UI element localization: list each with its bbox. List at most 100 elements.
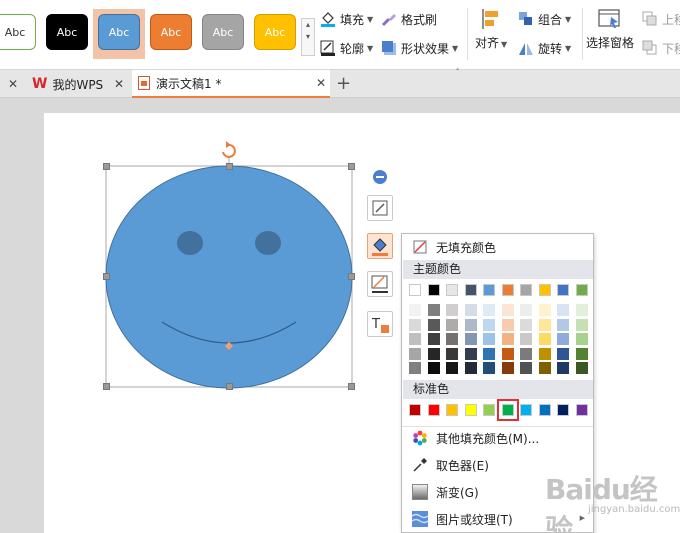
theme-tint-swatch[interactable] xyxy=(427,333,440,345)
theme-colors-header: 主题颜色 xyxy=(403,260,593,279)
theme-tint-swatch[interactable] xyxy=(538,347,551,360)
theme-tint-swatch[interactable] xyxy=(538,333,551,345)
theme-tint-swatch[interactable] xyxy=(446,304,458,316)
shape-style-tool-button[interactable] xyxy=(367,195,393,221)
text-box-icon: T xyxy=(371,317,389,333)
theme-color-swatch[interactable] xyxy=(483,284,495,296)
standard-color-swatch[interactable] xyxy=(427,404,440,416)
resize-handle[interactable] xyxy=(348,383,355,390)
theme-tint-swatch[interactable] xyxy=(538,318,551,331)
picture-texture-icon xyxy=(411,511,429,527)
theme-tint-swatch[interactable] xyxy=(557,333,569,345)
theme-tint-swatch[interactable] xyxy=(501,304,514,316)
theme-tint-swatch[interactable] xyxy=(501,347,514,360)
standard-color-swatch[interactable] xyxy=(538,404,551,416)
theme-tint-swatch[interactable] xyxy=(483,362,495,374)
theme-tint-swatch[interactable] xyxy=(446,333,458,345)
theme-tint-swatch[interactable] xyxy=(501,333,514,345)
theme-color-swatch[interactable] xyxy=(575,284,588,296)
theme-tint-swatch[interactable] xyxy=(557,304,569,316)
resize-handle[interactable] xyxy=(348,163,355,170)
theme-tint-swatch[interactable] xyxy=(538,362,551,374)
no-fill-menu-item[interactable]: 无填充颜色 xyxy=(402,235,593,259)
theme-tint-swatch[interactable] xyxy=(557,347,569,360)
standard-color-swatch[interactable] xyxy=(446,404,458,416)
smiley-right-eye xyxy=(255,231,281,255)
theme-color-swatch[interactable] xyxy=(464,284,477,296)
theme-tint-swatch[interactable] xyxy=(409,333,421,345)
smiley-face-circle[interactable] xyxy=(105,165,353,389)
theme-tint-swatch[interactable] xyxy=(520,333,532,345)
resize-handle[interactable] xyxy=(103,163,110,170)
theme-tint-swatch[interactable] xyxy=(427,318,440,331)
resize-handle[interactable] xyxy=(226,383,233,390)
standard-color-swatch[interactable] xyxy=(557,404,569,416)
rotate-handle-icon[interactable] xyxy=(222,141,236,158)
standard-color-swatch[interactable] xyxy=(483,404,495,416)
theme-color-swatch[interactable] xyxy=(538,284,551,296)
theme-tint-swatch[interactable] xyxy=(483,304,495,316)
theme-tint-swatch[interactable] xyxy=(575,362,588,374)
theme-tint-swatch[interactable] xyxy=(538,304,551,316)
theme-tint-swatch[interactable] xyxy=(501,362,514,374)
theme-color-swatch[interactable] xyxy=(557,284,569,296)
theme-tint-swatch[interactable] xyxy=(501,318,514,331)
theme-tint-swatch[interactable] xyxy=(483,333,495,345)
baidu-watermark: Baidu经验 xyxy=(545,473,658,533)
selected-color-highlight xyxy=(496,399,519,421)
watermark-url: jingyan.baidu.com xyxy=(588,504,680,515)
theme-color-swatch[interactable] xyxy=(446,284,458,296)
resize-handle[interactable] xyxy=(103,273,110,280)
theme-tint-swatch[interactable] xyxy=(427,304,440,316)
theme-color-swatch[interactable] xyxy=(501,284,514,296)
theme-color-swatch[interactable] xyxy=(520,284,532,296)
eyedropper-icon xyxy=(412,457,428,473)
theme-tint-swatch[interactable] xyxy=(557,318,569,331)
standard-colors-header: 标准色 xyxy=(403,380,593,399)
theme-color-swatch[interactable] xyxy=(409,284,421,296)
theme-tint-swatch[interactable] xyxy=(427,347,440,360)
theme-tint-swatch[interactable] xyxy=(557,362,569,374)
resize-handle[interactable] xyxy=(226,163,233,170)
theme-tint-swatch[interactable] xyxy=(575,333,588,345)
theme-tint-swatch[interactable] xyxy=(520,347,532,360)
theme-color-swatch[interactable] xyxy=(427,284,440,296)
standard-color-swatch[interactable] xyxy=(575,404,588,416)
smiley-face-shape[interactable] xyxy=(105,165,353,389)
fill-tool-button[interactable] xyxy=(367,233,393,259)
theme-tint-swatch[interactable] xyxy=(464,333,477,345)
svg-text:T: T xyxy=(371,317,380,332)
theme-tint-swatch[interactable] xyxy=(464,347,477,360)
theme-tint-swatch[interactable] xyxy=(446,318,458,331)
theme-tint-swatch[interactable] xyxy=(520,318,532,331)
theme-tint-swatch[interactable] xyxy=(575,304,588,316)
theme-tint-swatch[interactable] xyxy=(409,347,421,360)
theme-tint-swatch[interactable] xyxy=(427,362,440,374)
theme-tint-swatch[interactable] xyxy=(446,347,458,360)
theme-tint-swatch[interactable] xyxy=(483,318,495,331)
menu-item-label: 无填充颜色 xyxy=(436,240,497,255)
resize-handle[interactable] xyxy=(103,383,110,390)
theme-tint-swatch[interactable] xyxy=(464,304,477,316)
smiley-left-eye xyxy=(177,231,203,255)
theme-tint-swatch[interactable] xyxy=(575,347,588,360)
theme-tint-swatch[interactable] xyxy=(464,362,477,374)
standard-color-swatch[interactable] xyxy=(409,404,421,416)
text-box-tool-button[interactable]: T xyxy=(367,311,393,337)
standard-color-swatch[interactable] xyxy=(520,404,532,416)
theme-tint-swatch[interactable] xyxy=(520,304,532,316)
outline-tool-button[interactable] xyxy=(367,271,393,297)
standard-color-swatch[interactable] xyxy=(464,404,477,416)
resize-handle[interactable] xyxy=(348,273,355,280)
theme-tint-swatch[interactable] xyxy=(520,362,532,374)
theme-tint-swatch[interactable] xyxy=(446,362,458,374)
menu-item-label: 其他填充颜色(M)... xyxy=(436,431,540,446)
collapse-minus-icon[interactable] xyxy=(373,170,387,184)
theme-tint-swatch[interactable] xyxy=(575,318,588,331)
more-fill-colors-menu-item[interactable]: 其他填充颜色(M)... xyxy=(402,426,593,450)
theme-tint-swatch[interactable] xyxy=(464,318,477,331)
theme-tint-swatch[interactable] xyxy=(409,304,421,316)
theme-tint-swatch[interactable] xyxy=(409,362,421,374)
theme-tint-swatch[interactable] xyxy=(409,318,421,331)
theme-tint-swatch[interactable] xyxy=(483,347,495,360)
